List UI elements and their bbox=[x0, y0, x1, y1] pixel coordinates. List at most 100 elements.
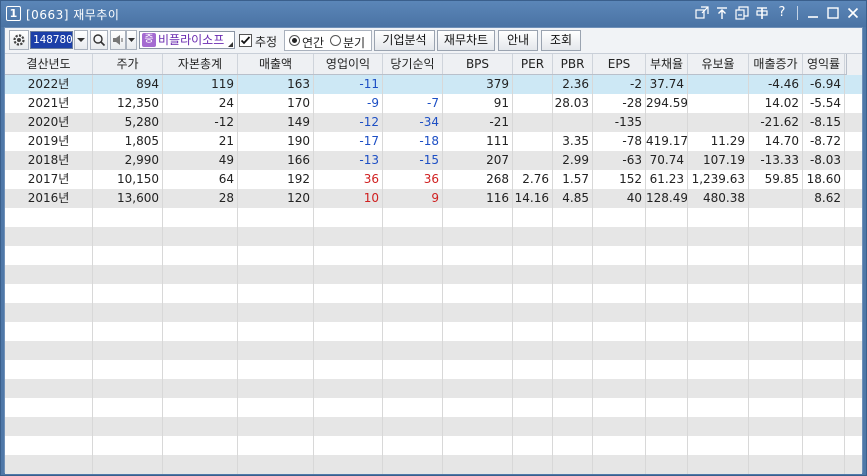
column-header[interactable]: BPS bbox=[443, 54, 513, 74]
empty-cell bbox=[803, 227, 845, 246]
empty-cell bbox=[314, 341, 383, 360]
empty-cell bbox=[238, 341, 314, 360]
table-row[interactable]: 2021년 12,350 24 170 -9 -7 91 28.03 -28 294.59 14.0… bbox=[5, 94, 862, 113]
table-row[interactable]: 2019년 1,805 21 190 -17 -18 111 3.35 -78 419.17 11.… bbox=[5, 132, 862, 151]
table-cell: 37.74 bbox=[646, 75, 688, 94]
title-bar[interactable]: 1 [0663] 재무추이 ? bbox=[1, 1, 866, 27]
empty-row bbox=[5, 227, 862, 246]
table-cell: 4.85 bbox=[553, 189, 593, 208]
settings-button[interactable] bbox=[9, 30, 29, 50]
table-cell bbox=[749, 189, 803, 208]
help-icon[interactable]: ? bbox=[775, 5, 789, 21]
empty-cell bbox=[593, 417, 646, 436]
maximize-icon[interactable] bbox=[826, 5, 840, 21]
table-row[interactable]: 2018년 2,990 49 166 -13 -15 207 2.99 -63 70.74 107.… bbox=[5, 151, 862, 170]
column-header[interactable]: 영익률 bbox=[803, 54, 845, 74]
radio-quarter-label[interactable]: 분기 bbox=[343, 34, 365, 51]
column-header[interactable]: 매출증가 bbox=[749, 54, 803, 74]
table-cell: -5.54 bbox=[803, 94, 845, 113]
minimize-icon[interactable] bbox=[806, 5, 820, 21]
empty-cell bbox=[314, 227, 383, 246]
corporate-analysis-button[interactable]: 기업분석 bbox=[374, 30, 435, 51]
table-cell: 14.02 bbox=[749, 94, 803, 113]
search-icon bbox=[93, 34, 106, 47]
speaker-button[interactable] bbox=[110, 30, 126, 50]
empty-cell bbox=[803, 322, 845, 341]
estimate-label[interactable]: 추정 bbox=[255, 33, 277, 50]
table-row[interactable]: 2022년 894 119 163 -11 379 2.36 -2 37.74 -4.46 -6.9… bbox=[5, 75, 862, 94]
column-header[interactable]: 주가 bbox=[93, 54, 163, 74]
query-button[interactable]: 조회 bbox=[541, 30, 581, 51]
window-number-badge[interactable]: 1 bbox=[6, 6, 21, 21]
empty-cell bbox=[688, 322, 749, 341]
table-cell: -6.94 bbox=[803, 75, 845, 94]
empty-row bbox=[5, 398, 862, 417]
table-cell: 107.19 bbox=[688, 151, 749, 170]
empty-cell bbox=[443, 379, 513, 398]
empty-cell bbox=[163, 417, 238, 436]
empty-cell bbox=[646, 379, 688, 398]
empty-cell bbox=[553, 284, 593, 303]
empty-cell bbox=[513, 360, 553, 379]
column-header[interactable]: 당기순익 bbox=[383, 54, 443, 74]
empty-cell bbox=[93, 246, 163, 265]
stock-code-input[interactable]: 148780 bbox=[30, 31, 73, 49]
empty-cell bbox=[93, 303, 163, 322]
column-header[interactable]: 매출액 bbox=[238, 54, 314, 74]
table-cell: 28.03 bbox=[553, 94, 593, 113]
empty-cell bbox=[646, 208, 688, 227]
empty-cell bbox=[593, 208, 646, 227]
header-scroll-corner bbox=[846, 54, 862, 75]
financial-chart-button[interactable]: 재무차트 bbox=[437, 30, 495, 51]
empty-cell bbox=[443, 246, 513, 265]
print-icon[interactable] bbox=[755, 5, 769, 21]
empty-cell bbox=[5, 398, 93, 417]
stock-name-field[interactable]: 증 비플라이소프 bbox=[139, 31, 235, 49]
empty-cell bbox=[163, 208, 238, 227]
column-header[interactable]: PBR bbox=[553, 54, 593, 74]
table-cell: -63 bbox=[593, 151, 646, 170]
empty-cell bbox=[513, 398, 553, 417]
column-header[interactable]: PER bbox=[513, 54, 553, 74]
empty-cell bbox=[163, 341, 238, 360]
empty-cell bbox=[443, 322, 513, 341]
link-icon[interactable] bbox=[695, 5, 709, 21]
financial-table: 결산년도 주가 자본총계 매출액 영업이익 당기순익 BPS PER PBR EPS 부채율 유보율 매… bbox=[5, 54, 862, 474]
table-cell: 11.29 bbox=[688, 132, 749, 151]
radio-quarter[interactable] bbox=[330, 35, 341, 46]
empty-cell bbox=[593, 284, 646, 303]
copy-window-icon[interactable] bbox=[735, 5, 749, 21]
column-header[interactable]: 영업이익 bbox=[314, 54, 383, 74]
speaker-dropdown[interactable] bbox=[126, 30, 137, 50]
table-cell: 116 bbox=[443, 189, 513, 208]
stock-code-dropdown[interactable] bbox=[74, 30, 88, 50]
radio-annual[interactable] bbox=[289, 35, 300, 46]
empty-cell bbox=[93, 284, 163, 303]
empty-cell bbox=[383, 379, 443, 398]
pin-icon[interactable] bbox=[715, 5, 729, 21]
table-row[interactable]: 2016년 13,600 28 120 10 9 116 14.16 4.85 40 128.49 4… bbox=[5, 189, 862, 208]
search-button[interactable] bbox=[90, 30, 108, 50]
window-title: [0663] 재무추이 bbox=[26, 8, 120, 22]
toolbar: 148780 증 비플라이소프 추정 연간 분기 기업분석 재무차트 안내 조회 bbox=[5, 28, 862, 54]
table-cell: 207 bbox=[443, 151, 513, 170]
estimate-checkbox[interactable] bbox=[239, 34, 252, 47]
column-header[interactable]: 부채율 bbox=[646, 54, 688, 74]
empty-cell bbox=[93, 398, 163, 417]
empty-cell bbox=[443, 436, 513, 455]
table-cell: 59.85 bbox=[749, 170, 803, 189]
empty-cell bbox=[238, 265, 314, 284]
table-row[interactable]: 2017년 10,150 64 192 36 36 268 2.76 1.57 152 61.23 1… bbox=[5, 170, 862, 189]
radio-annual-label[interactable]: 연간 bbox=[302, 34, 324, 51]
empty-cell bbox=[314, 303, 383, 322]
guide-button[interactable]: 안내 bbox=[498, 30, 538, 51]
table-cell: 128.49 bbox=[646, 189, 688, 208]
column-header[interactable]: 유보율 bbox=[688, 54, 749, 74]
close-icon[interactable] bbox=[846, 5, 860, 21]
table-row[interactable]: 2020년 5,280 -12 149 -12 -34 -21 -135 -21.62 -8.15 bbox=[5, 113, 862, 132]
column-header[interactable]: 자본총계 bbox=[163, 54, 238, 74]
empty-cell bbox=[93, 265, 163, 284]
column-header[interactable]: 결산년도 bbox=[5, 54, 93, 74]
empty-cell bbox=[749, 227, 803, 246]
column-header[interactable]: EPS bbox=[593, 54, 646, 74]
